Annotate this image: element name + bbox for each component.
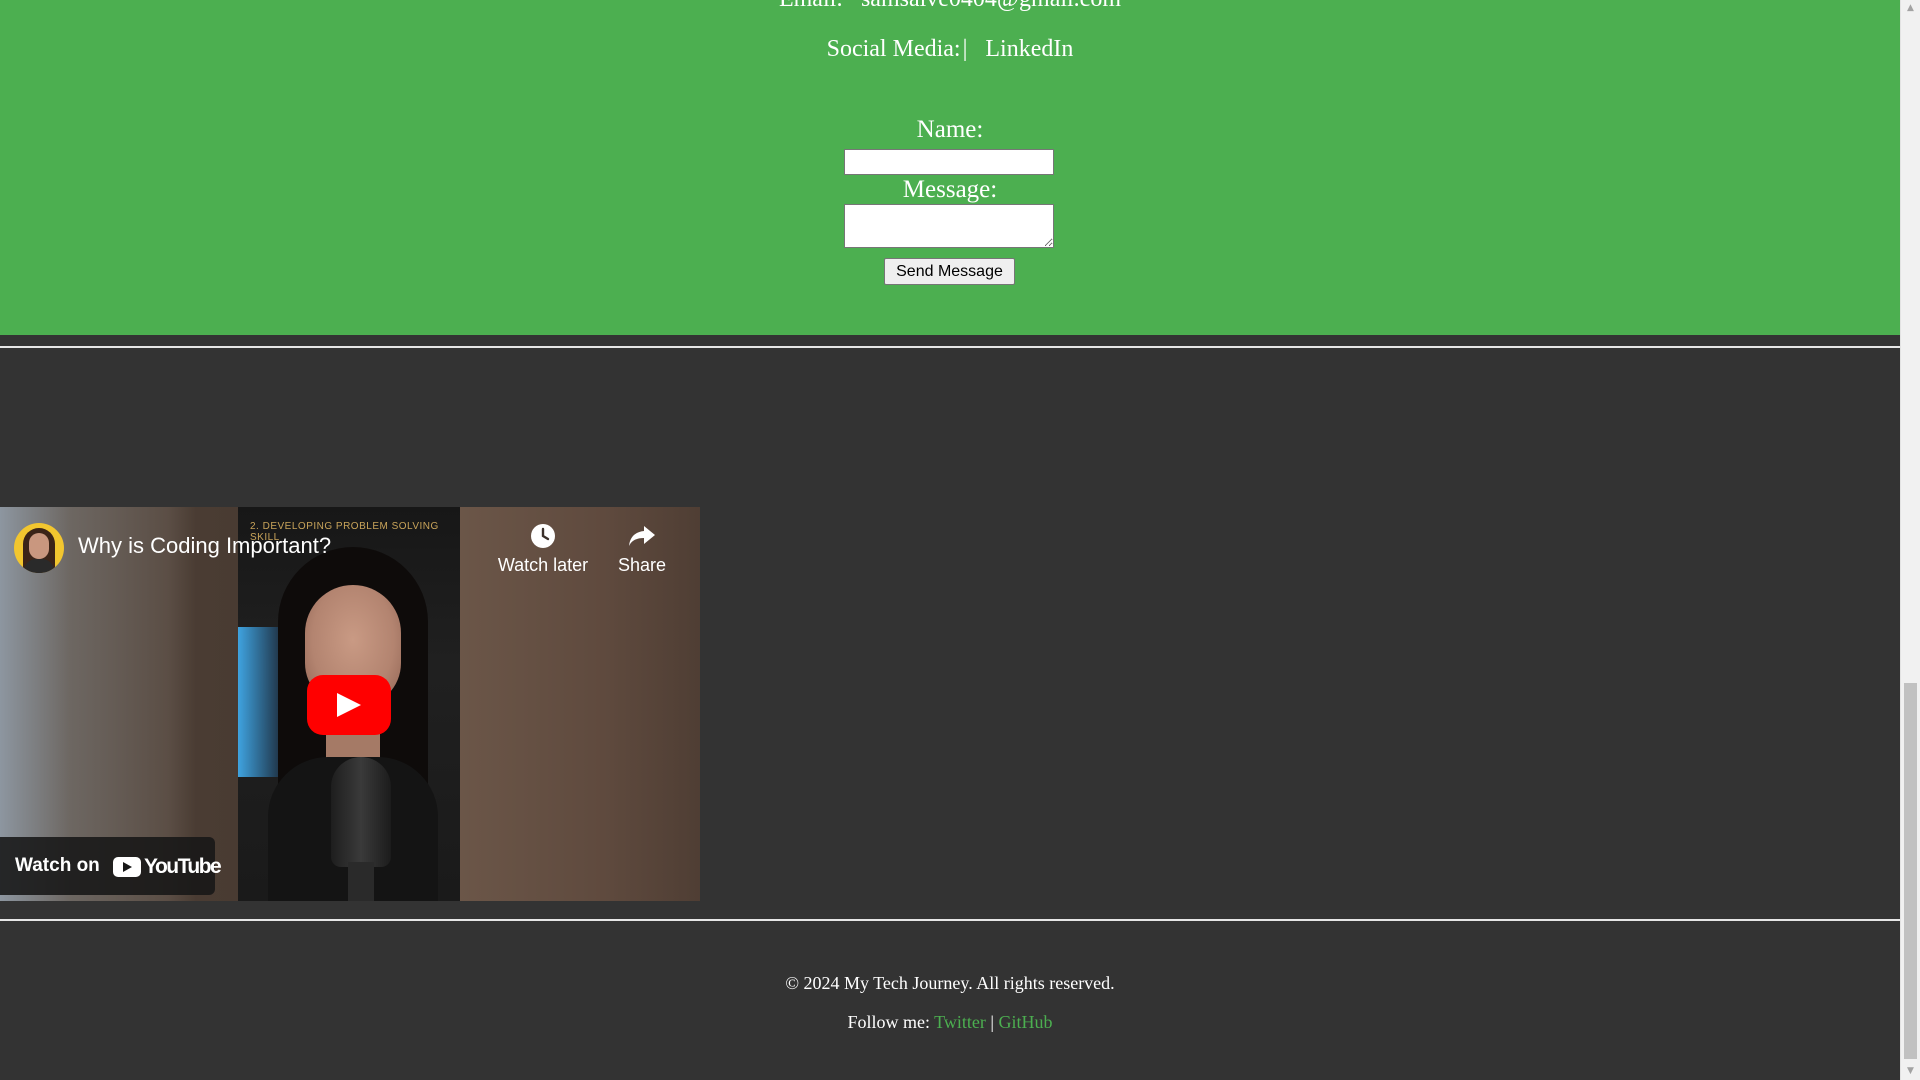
message-textarea[interactable] <box>844 204 1054 248</box>
watch-on-label: Watch on <box>15 855 100 876</box>
email-label: Email: <box>779 0 843 12</box>
section-divider <box>0 346 1900 348</box>
watch-later-button[interactable]: Watch later <box>493 523 593 576</box>
watch-later-label: Watch later <box>497 555 589 575</box>
follow-me-line: Follow me: Twitter | GitHub <box>0 1012 1900 1033</box>
youtube-wordmark: YouTube <box>144 855 222 878</box>
background-light <box>238 627 278 777</box>
watch-on-youtube-button[interactable]: Watch on YouTube <box>0 837 222 895</box>
page: Email: samsalve0404@gmail.com Social Med… <box>0 0 1900 1080</box>
play-icon <box>337 693 361 717</box>
youtube-embed[interactable]: 2. DEVELOPING PROBLEM SOLVING SKILL Why … <box>0 507 700 901</box>
contact-section: Email: samsalve0404@gmail.com Social Med… <box>0 0 1900 335</box>
social-media-label: Social Media: <box>826 36 961 62</box>
message-label: Message: <box>902 176 998 203</box>
linkedin-link[interactable]: LinkedIn <box>985 36 1073 62</box>
youtube-play-mark <box>113 857 141 877</box>
footer-link-separator: | <box>990 1012 995 1032</box>
follow-me-label: Follow me: <box>847 1012 930 1032</box>
share-arrow-icon <box>629 526 655 546</box>
microphone-stand <box>348 862 374 901</box>
channel-avatar[interactable] <box>14 523 64 573</box>
play-button[interactable] <box>307 675 391 735</box>
clock-icon <box>531 524 555 548</box>
email-value[interactable]: samsalve0404@gmail.com <box>861 0 1121 12</box>
email-line: Email: samsalve0404@gmail.com <box>0 0 1900 14</box>
vertical-scrollbar[interactable]: ▲ ▼ <box>1900 0 1920 1080</box>
avatar-body <box>24 559 54 573</box>
name-label: Name: <box>916 116 984 143</box>
name-input[interactable] <box>844 149 1054 175</box>
scrollbar-thumb[interactable] <box>1904 683 1917 1059</box>
microphone <box>331 757 391 867</box>
footer-divider <box>0 919 1900 921</box>
social-media-line: Social Media:| LinkedIn <box>0 34 1900 64</box>
copyright-text: © 2024 My Tech Journey. All rights reser… <box>785 973 1115 993</box>
send-message-button[interactable]: Send Message <box>884 258 1015 285</box>
twitter-link[interactable]: Twitter <box>934 1012 986 1032</box>
github-link[interactable]: GitHub <box>999 1012 1053 1032</box>
social-separator: | <box>962 36 968 62</box>
video-title[interactable]: Why is Coding Important? <box>78 533 331 559</box>
avatar-face <box>29 533 49 559</box>
scroll-down-arrow-icon[interactable]: ▼ <box>1901 1063 1920 1080</box>
scroll-up-arrow-icon[interactable]: ▲ <box>1901 0 1920 17</box>
share-label: Share <box>617 555 667 575</box>
share-button[interactable]: Share <box>592 523 692 576</box>
